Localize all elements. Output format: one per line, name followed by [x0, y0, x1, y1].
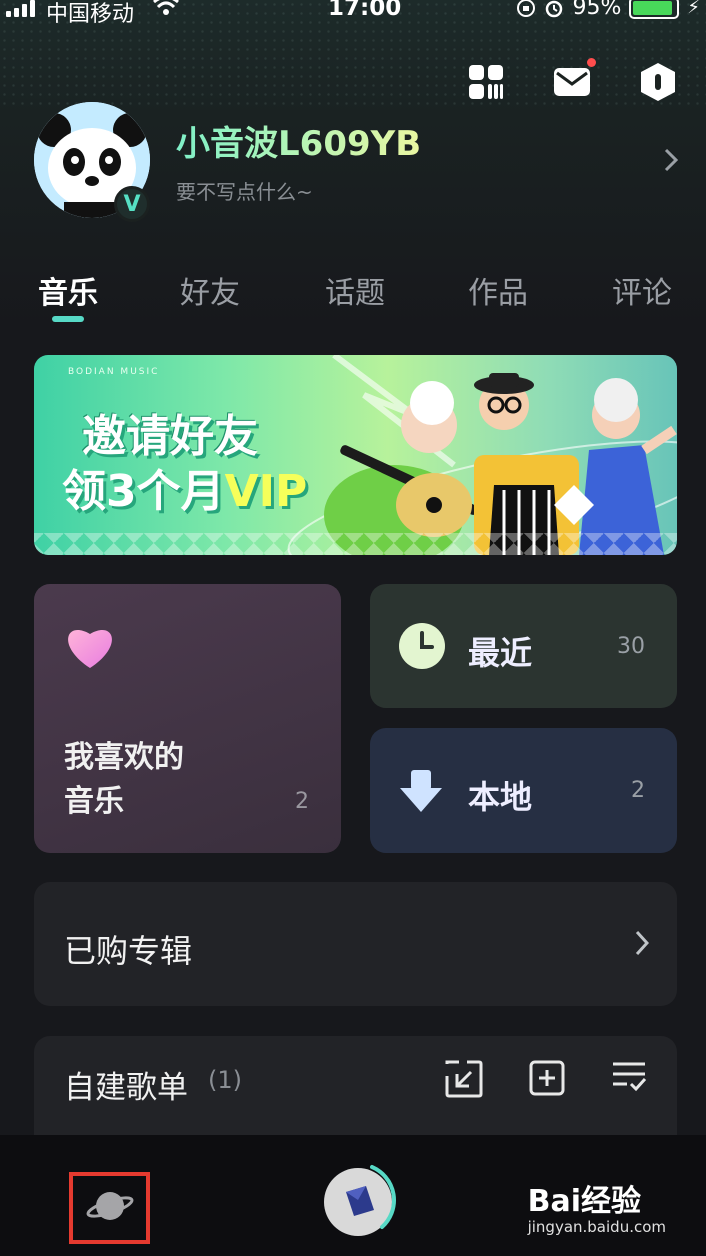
- purchased-label: 已购专辑: [64, 932, 193, 970]
- checker-pattern: [34, 533, 677, 555]
- rotation-lock-icon: [517, 0, 536, 17]
- clock-icon: [399, 623, 445, 669]
- playlists-section: 自建歌单 (1): [34, 1036, 677, 1146]
- playlists-count: (1): [208, 1066, 242, 1094]
- add-playlist-icon[interactable]: [529, 1060, 565, 1096]
- import-icon[interactable]: [445, 1060, 483, 1098]
- favorite-count: 2: [295, 789, 309, 814]
- charging-icon: ⚡: [687, 0, 700, 18]
- purchased-albums-row[interactable]: 已购专辑: [34, 882, 677, 1006]
- tab-works[interactable]: 作品: [468, 268, 528, 312]
- baidu-watermark: Bai经验 jingyan.baidu.com: [528, 1176, 666, 1236]
- favorite-label-line1: 我喜欢的: [64, 740, 184, 775]
- favorite-label-line2: 音乐: [64, 784, 124, 819]
- local-label: 本地: [468, 778, 533, 816]
- playlists-label: 自建歌单: [64, 1070, 188, 1106]
- carrier-label: 中国移动: [46, 2, 135, 27]
- settings-hex-icon[interactable]: [638, 62, 678, 102]
- chevron-right-icon: [635, 930, 649, 956]
- status-bar: 中国移动 17:00 95% ⚡: [0, 0, 706, 27]
- download-icon: [400, 770, 442, 812]
- local-count: 2: [631, 778, 645, 803]
- verified-badge: V: [114, 186, 150, 222]
- local-card[interactable]: 本地 2: [370, 728, 677, 853]
- watermark-url: jingyan.baidu.com: [527, 1218, 666, 1236]
- invite-banner[interactable]: BODIAN MUSIC 邀请好友 领3个月VIP: [34, 355, 677, 555]
- tab-music[interactable]: 音乐: [38, 268, 98, 312]
- tab-friends[interactable]: 好友: [180, 268, 240, 312]
- signal-icon: [6, 0, 35, 17]
- banner-brand: BODIAN MUSIC: [68, 367, 160, 377]
- grid-icon[interactable]: [466, 62, 506, 102]
- manage-list-icon[interactable]: [611, 1060, 647, 1094]
- username[interactable]: 小音波L609YB: [176, 116, 421, 165]
- favorite-music-card[interactable]: 我喜欢的 音乐 2: [34, 584, 341, 853]
- banner-title-line2: 领3个月VIP: [62, 466, 308, 517]
- mail-icon[interactable]: [552, 58, 596, 102]
- recent-card[interactable]: 最近 30: [370, 584, 677, 708]
- alarm-icon: [546, 0, 563, 17]
- tab-topics[interactable]: 话题: [325, 268, 385, 312]
- highlight-box: [69, 1172, 150, 1244]
- recent-label: 最近: [468, 634, 533, 672]
- wifi-icon: [153, 0, 179, 15]
- watermark-brand: Bai经验: [527, 1184, 641, 1219]
- notification-dot: [587, 58, 596, 67]
- battery-percent: 95%: [572, 0, 622, 20]
- heart-icon: [68, 630, 112, 668]
- user-bio[interactable]: 要不写点什么~: [176, 176, 313, 205]
- tab-comments[interactable]: 评论: [612, 268, 672, 312]
- clock: 17:00: [328, 0, 402, 21]
- battery-icon: [629, 0, 680, 19]
- chevron-right-icon[interactable]: [664, 148, 678, 172]
- recent-count: 30: [617, 634, 645, 659]
- now-playing-button[interactable]: [322, 1162, 400, 1240]
- active-tab-indicator: [52, 316, 84, 322]
